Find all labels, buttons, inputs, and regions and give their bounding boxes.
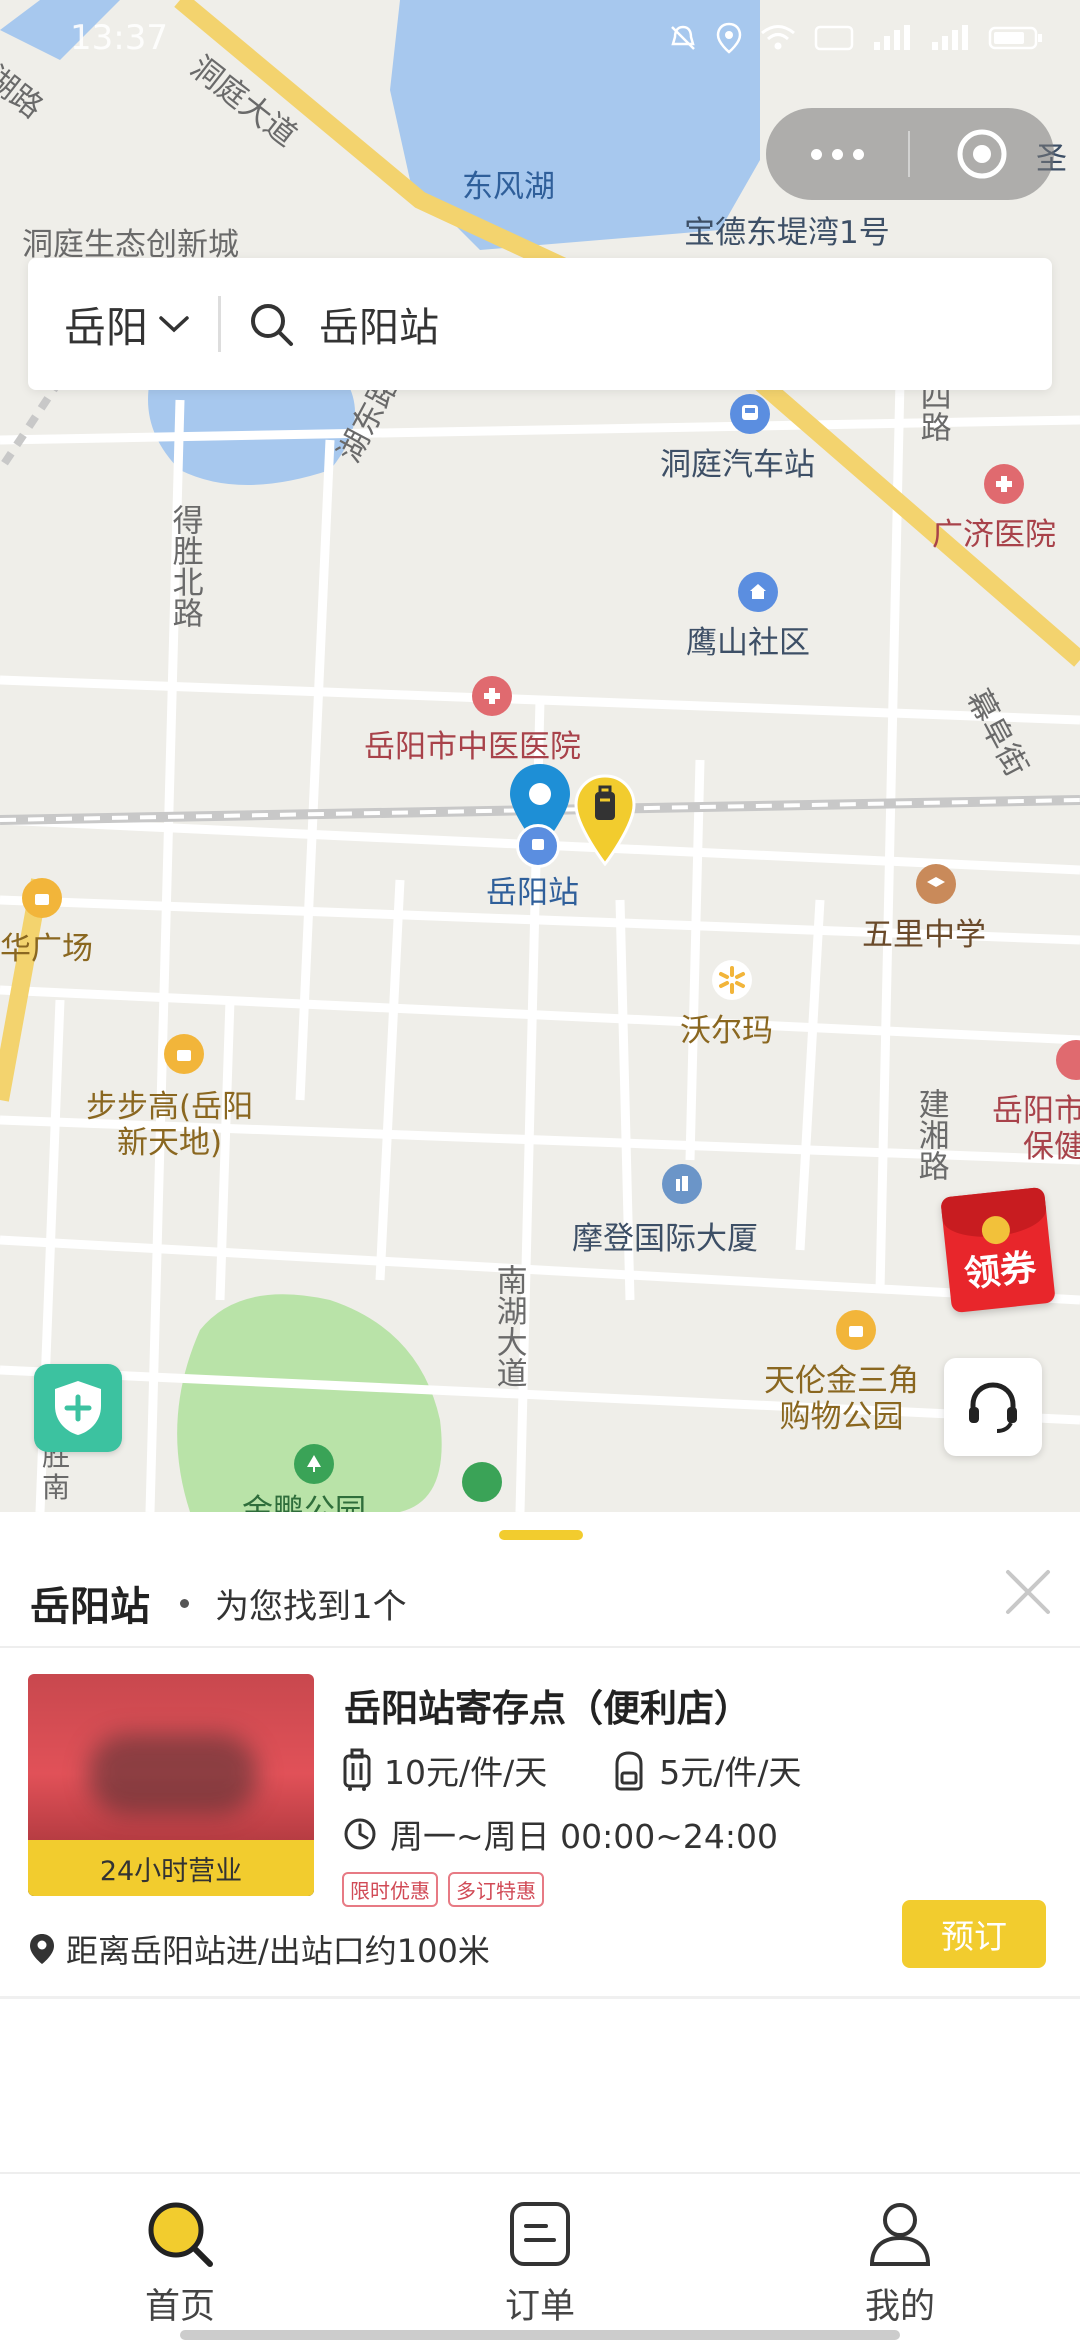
- status-bar: 13:37: [0, 0, 1080, 80]
- map-label-modern: 摩登国际大厦: [572, 1221, 758, 1257]
- distance-text: 距离岳阳站进/出站口约100米: [66, 1932, 490, 1970]
- sheet-drag-handle[interactable]: [499, 1530, 583, 1540]
- result-count: 为您找到1个: [215, 1586, 407, 1627]
- mini-program-capsule: [766, 108, 1054, 200]
- tcm-hospital-icon: [472, 676, 512, 716]
- map-label-station: 岳阳站: [486, 875, 579, 911]
- separator-dot: [180, 1598, 189, 1608]
- mall-icon-left: [22, 878, 62, 918]
- school-icon: [916, 864, 956, 904]
- tab-orders-label: 订单: [504, 2287, 575, 2327]
- office-icon: [662, 1164, 702, 1204]
- price-bag: 5元/件/天: [611, 1746, 801, 1794]
- promo-tag: 多订特惠: [448, 1872, 544, 1907]
- tab-orders[interactable]: 订单: [440, 2198, 640, 2329]
- search-icon: [148, 2202, 213, 2267]
- search-input[interactable]: 岳阳站: [221, 295, 439, 353]
- store-card[interactable]: 24小时营业 岳阳站寄存点（便利店） 10元/件/天 5元/件/天 周一~周日 …: [0, 1648, 1080, 1996]
- map-label-walmart: 沃尔玛: [680, 1013, 773, 1049]
- status-icons: [668, 22, 1044, 54]
- hours-text: 周一~周日 00:00~24:00: [390, 1817, 778, 1856]
- business-hours: 周一~周日 00:00~24:00: [342, 1810, 778, 1858]
- map-label-jinpeng: 金鹏公园: [242, 1493, 366, 1512]
- promo-tags: 限时优惠 多订特惠: [342, 1872, 544, 1907]
- storage-pin-icon[interactable]: [574, 774, 636, 867]
- search-query: 岳阳站: [319, 305, 440, 351]
- map-label-bus-station: 洞庭汽车站: [660, 447, 815, 483]
- mute-icon: [671, 25, 695, 50]
- coupon-button[interactable]: 领券: [940, 1186, 1056, 1314]
- search-bar: 岳阳 岳阳站: [28, 258, 1052, 390]
- price-luggage: 10元/件/天: [342, 1746, 547, 1794]
- book-button[interactable]: 预订: [902, 1900, 1046, 1968]
- distance-info: 距离岳阳站进/出站口约100米: [28, 1926, 490, 1972]
- tab-bar: 首页 订单 我的: [0, 2172, 1080, 2342]
- close-mini-program-button[interactable]: [910, 128, 1054, 180]
- chevron-down-icon: [159, 316, 189, 333]
- battery-icon: [988, 26, 1042, 50]
- price-bag-text: 5元/件/天: [659, 1753, 802, 1792]
- mall-icon-bubugao: [164, 1034, 204, 1074]
- store-photo: 24小时营业: [28, 1674, 314, 1896]
- order-icon: [510, 2202, 570, 2266]
- location-status-icon: [716, 22, 742, 54]
- promo-tag: 限时优惠: [342, 1872, 438, 1907]
- map-label-nanhu: 南湖大道: [490, 1264, 527, 1388]
- map-label-desheng: 得胜北路: [166, 504, 203, 628]
- map-label-wuli: 五里中学: [862, 917, 986, 953]
- home-indicator: [180, 2330, 900, 2340]
- bank-icon: [462, 1462, 502, 1502]
- hd-icon: [814, 25, 854, 51]
- coupon-label: 领券: [962, 1247, 1039, 1296]
- community-icon: [738, 572, 778, 612]
- search-icon: [251, 304, 294, 346]
- map-label-yingshan: 鹰山社区: [686, 625, 810, 661]
- customer-service-button[interactable]: [944, 1358, 1042, 1456]
- suitcase-icon: [343, 1748, 371, 1791]
- store-name: 岳阳站寄存点（便利店）: [344, 1687, 751, 1730]
- tab-home-label: 首页: [144, 2287, 215, 2327]
- user-icon: [869, 2203, 931, 2266]
- city-selector[interactable]: 岳阳: [28, 294, 218, 355]
- tab-home[interactable]: 首页: [80, 2198, 280, 2329]
- price-row: 10元/件/天 5元/件/天: [342, 1746, 865, 1794]
- hospital-icon: [984, 464, 1024, 504]
- map-label-tcm-hospital: 岳阳市中医医院: [364, 729, 581, 765]
- location-icon: [30, 1934, 54, 1964]
- map-label-tianlun: 天伦金三角 购物公园: [764, 1363, 919, 1435]
- tab-profile[interactable]: 我的: [800, 2198, 1000, 2329]
- clock-icon: [344, 1818, 376, 1850]
- price-luggage-text: 10元/件/天: [384, 1753, 548, 1792]
- signal-icon-2: [932, 25, 968, 50]
- map-label-guangji: 广济医院: [932, 517, 1056, 553]
- map-label-yueyang-bao: 岳阳市 保健: [992, 1093, 1080, 1165]
- target-close-icon: [957, 129, 1007, 179]
- walmart-icon: [712, 960, 752, 1000]
- map-view[interactable]: 东风湖 宝德东堤湾1号 圣 洞庭大道 湖路 洞庭生态创新城 洞庭汽车站 广济医院…: [0, 0, 1080, 1512]
- map-label-jianxiang: 建湘路: [912, 1088, 949, 1181]
- park-icon: [294, 1444, 334, 1484]
- tab-profile-label: 我的: [864, 2287, 935, 2327]
- wifi-icon: [761, 25, 795, 50]
- shield-icon: [55, 1381, 101, 1435]
- close-icon[interactable]: [998, 1562, 1058, 1622]
- map-label-lake: 东风湖: [462, 169, 555, 205]
- open-24h-badge: 24小时营业: [28, 1840, 314, 1896]
- mall-icon-tianlun: [836, 1310, 876, 1350]
- city-label: 岳阳: [64, 302, 149, 352]
- map-label-hua-plaza: 华广场: [0, 931, 93, 967]
- map-label-baode: 宝德东堤湾1号: [684, 215, 890, 251]
- safety-button[interactable]: [34, 1364, 122, 1452]
- map-label-bubugao: 步步高(岳阳 新天地): [86, 1089, 254, 1161]
- signal-icon-1: [874, 25, 910, 50]
- train-station-icon: [516, 824, 560, 868]
- divider: [0, 1996, 1080, 1999]
- bus-station-icon: [730, 394, 770, 434]
- backpack-icon: [615, 1751, 643, 1791]
- sheet-header: 岳阳站 为您找到1个: [30, 1560, 1050, 1646]
- headset-icon: [969, 1382, 1017, 1433]
- sheet-title: 岳阳站: [30, 1584, 150, 1630]
- status-time: 13:37: [70, 18, 168, 58]
- more-button[interactable]: [766, 148, 908, 160]
